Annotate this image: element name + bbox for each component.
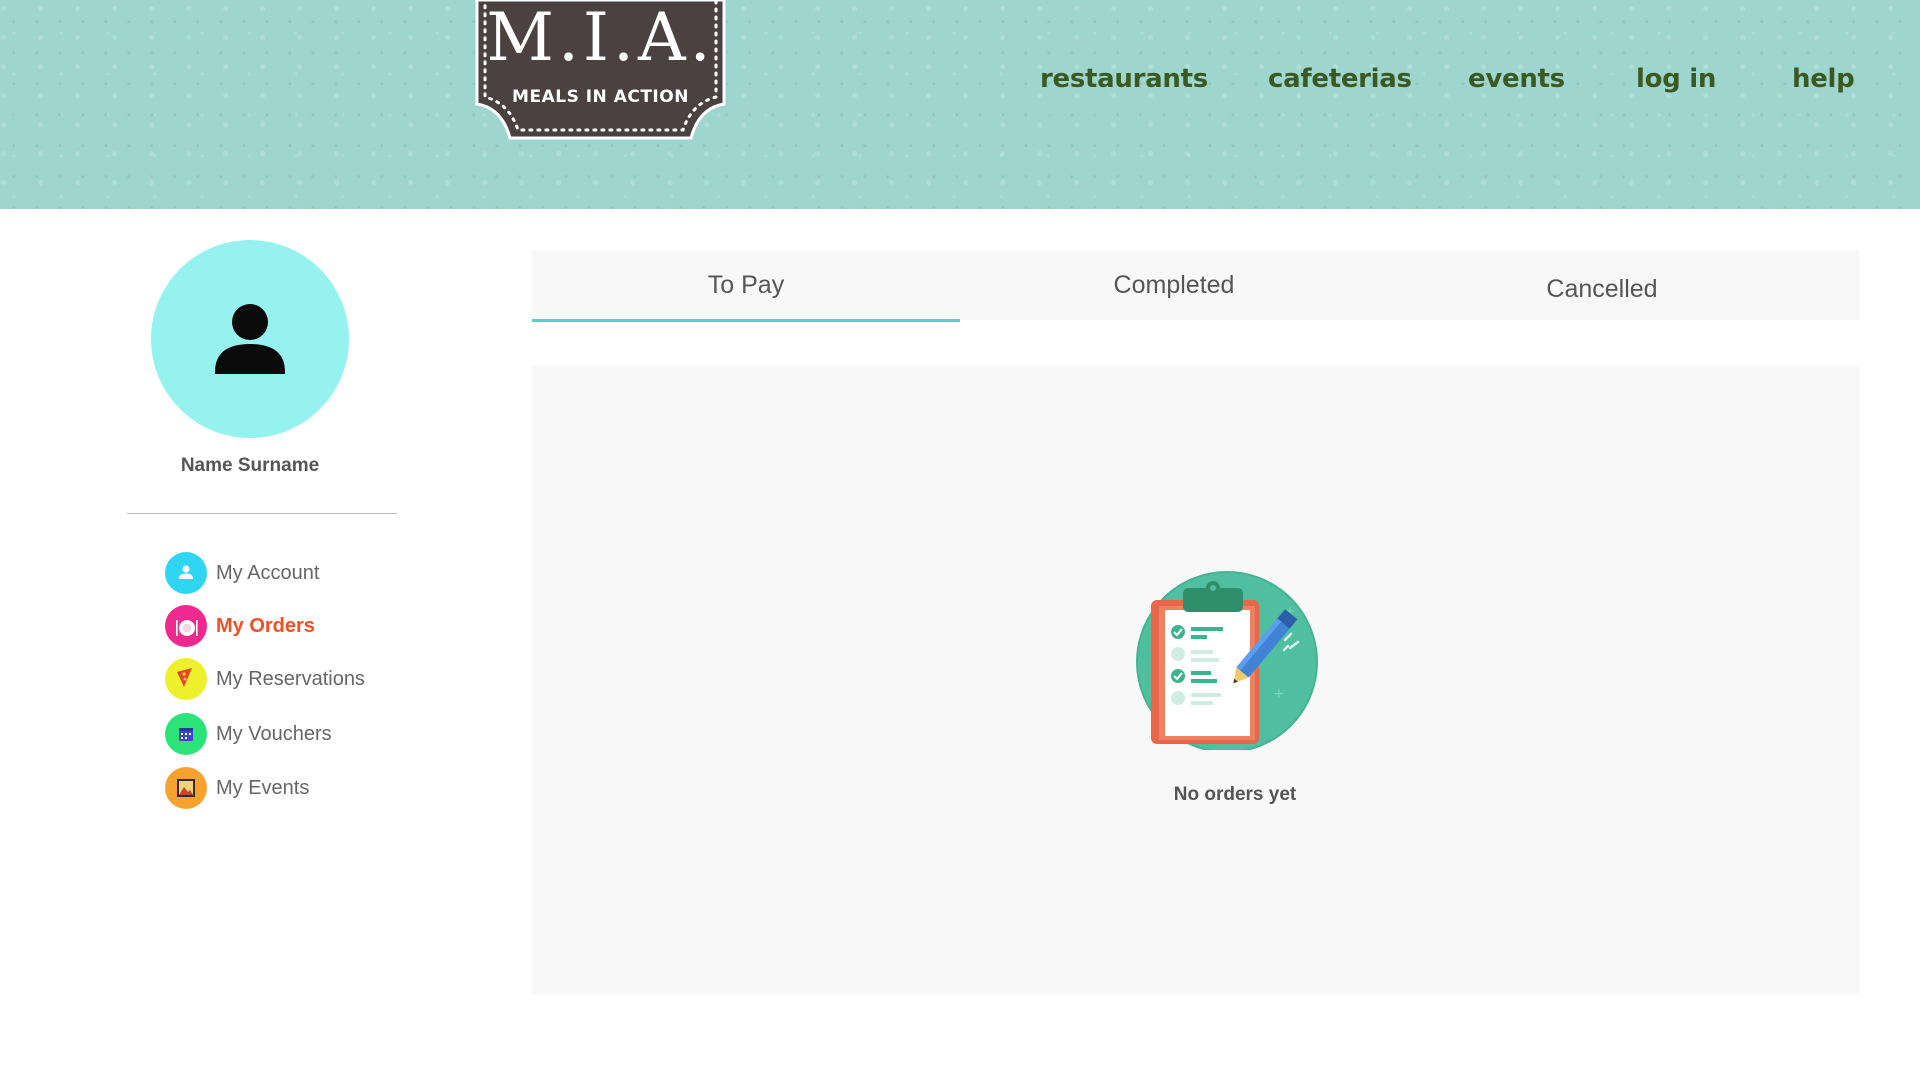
nav-restaurants[interactable]: restaurants [1040, 64, 1208, 94]
plate-icon [165, 605, 207, 647]
tab-completed[interactable]: Completed [960, 250, 1388, 320]
tab-label: Cancelled [1546, 275, 1658, 303]
nav-help[interactable]: help [1792, 64, 1855, 94]
sidebar-item-label: My Vouchers [216, 722, 332, 745]
sidebar-item-label: My Reservations [216, 667, 365, 690]
clipboard-checklist-icon: + + + [1135, 570, 1319, 753]
nav-log-in[interactable]: log in [1636, 64, 1716, 94]
tab-cancelled[interactable]: Cancelled [1388, 250, 1816, 320]
site-header: M.I.A. MEALS IN ACTION restaurants cafet… [0, 0, 1920, 209]
svg-text:+: + [1273, 686, 1285, 702]
sidebar-item-my-orders[interactable]: My Orders [165, 605, 315, 647]
pizza-slice-icon [165, 658, 207, 700]
person-icon [165, 552, 207, 594]
tab-label: To Pay [707, 270, 785, 299]
sidebar-item-label: My Events [216, 776, 310, 799]
sidebar-item-my-reservations[interactable]: My Reservations [165, 658, 365, 700]
nav-cafeterias[interactable]: cafeterias [1268, 64, 1412, 94]
sidebar-item-label: My Account [216, 561, 320, 584]
mia-logo[interactable]: M.I.A. MEALS IN ACTION [473, 0, 728, 146]
sidebar-divider [127, 513, 397, 514]
logo-title: M.I.A. [486, 0, 715, 76]
sidebar-item-my-vouchers[interactable]: My Vouchers [165, 713, 332, 755]
sidebar-item-my-events[interactable]: My Events [165, 767, 309, 809]
sidebar-item-my-account[interactable]: My Account [165, 552, 319, 594]
order-tabs: To Pay Completed Cancelled [532, 250, 1859, 322]
logo-subtitle: MEALS IN ACTION [512, 87, 689, 107]
tab-to-pay[interactable]: To Pay [532, 250, 960, 322]
sidebar-item-label: My Orders [216, 614, 315, 637]
picture-icon [165, 767, 207, 809]
tab-label: Completed [1113, 270, 1235, 299]
user-name: Name Surname [180, 455, 320, 476]
person-icon [215, 304, 285, 374]
empty-orders-message: No orders yet [1173, 784, 1297, 805]
tab-selected-indicator [532, 319, 960, 322]
calendar-icon [165, 713, 207, 755]
avatar[interactable] [151, 240, 349, 438]
nav-events[interactable]: events [1468, 64, 1565, 94]
